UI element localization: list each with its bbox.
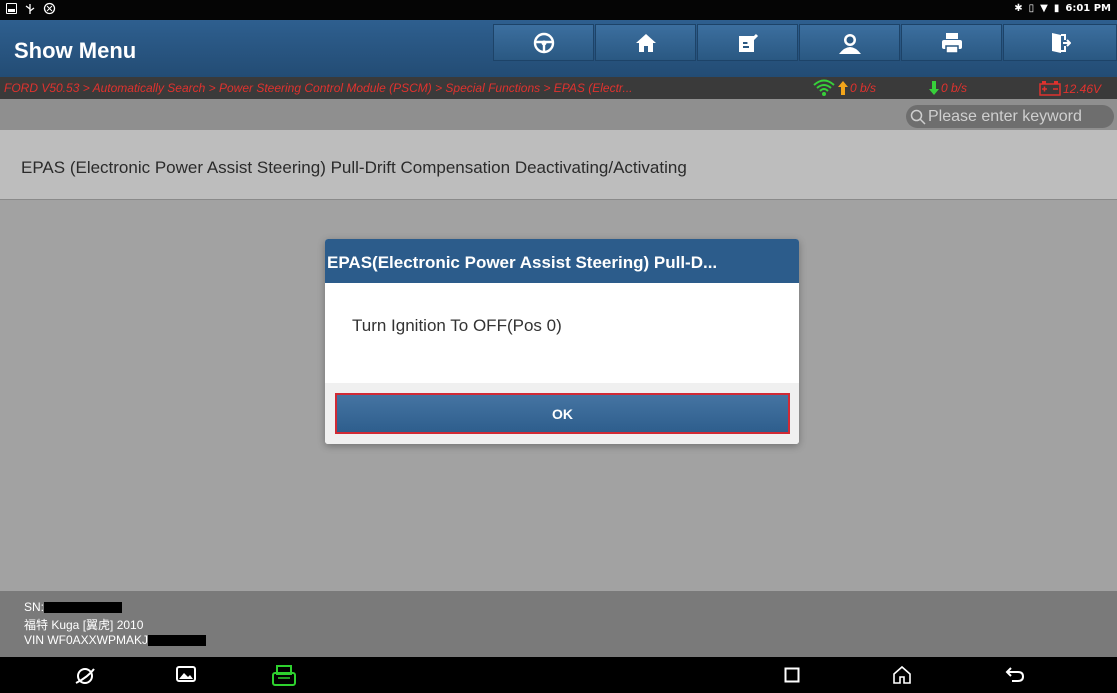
vci-button[interactable] bbox=[272, 665, 296, 687]
steering-wheel-button[interactable] bbox=[493, 24, 594, 61]
browser-button[interactable] bbox=[74, 665, 96, 687]
search-row: Please enter keyword bbox=[0, 99, 1117, 130]
home-icon bbox=[635, 33, 656, 52]
clock: 6:01 PM bbox=[1065, 3, 1111, 14]
upload-arrow-icon bbox=[838, 81, 848, 95]
serial-number: SN: bbox=[24, 600, 123, 614]
home-nav-icon bbox=[893, 665, 911, 684]
home-button[interactable] bbox=[595, 24, 696, 61]
user-button[interactable] bbox=[799, 24, 900, 61]
battery-voltage: 12.46V bbox=[1039, 81, 1101, 96]
vehicle-model: 福特 Kuga [翼虎] 2010 bbox=[24, 616, 143, 633]
dialog-footer: OK bbox=[325, 383, 799, 444]
vehicle-info: SN: 福特 Kuga [翼虎] 2010 VIN WF0AXXWPMAKJ bbox=[0, 591, 1117, 657]
vpn-icon bbox=[43, 2, 56, 15]
notification-box-icon bbox=[6, 3, 17, 14]
search-placeholder: Please enter keyword bbox=[928, 107, 1082, 125]
redacted-vin bbox=[148, 634, 207, 646]
vibrate-icon: ▯ bbox=[1028, 3, 1035, 14]
gallery-button[interactable] bbox=[176, 665, 196, 683]
page-title: Show Menu bbox=[14, 38, 137, 63]
download-rate: 0 b/s bbox=[929, 81, 967, 95]
vehicle-vin: VIN WF0AXXWPMAKJ bbox=[24, 633, 207, 647]
alert-dialog: EPAS(Electronic Power Assist Steering) P… bbox=[325, 239, 799, 444]
print-button[interactable] bbox=[901, 24, 1002, 61]
recents-button[interactable] bbox=[784, 667, 800, 683]
redacted-serial bbox=[44, 601, 123, 613]
print-icon bbox=[941, 32, 962, 54]
system-nav-bar bbox=[0, 657, 1117, 693]
search-input[interactable]: Please enter keyword bbox=[906, 105, 1114, 128]
back-icon bbox=[1005, 667, 1025, 682]
ok-button-label: OK bbox=[552, 405, 573, 422]
car-battery-icon bbox=[1039, 81, 1061, 96]
wifi-signal-icon bbox=[813, 79, 835, 96]
user-icon bbox=[838, 33, 861, 54]
exit-button[interactable] bbox=[1003, 24, 1117, 61]
exit-icon bbox=[1052, 32, 1071, 53]
back-button[interactable] bbox=[1005, 665, 1025, 683]
recents-icon bbox=[784, 667, 800, 683]
ok-button[interactable]: OK bbox=[335, 393, 790, 434]
vin-text: VIN WF0AXXWPMAKJ bbox=[24, 633, 149, 647]
home-nav-button[interactable] bbox=[892, 665, 912, 685]
edit-report-icon bbox=[738, 33, 758, 52]
upload-rate: 0 b/s bbox=[838, 81, 876, 95]
download-rate-value: 0 b/s bbox=[941, 81, 968, 95]
list-item-label: EPAS (Electronic Power Assist Steering) … bbox=[21, 158, 687, 177]
status-bar: ✱ ▯ ▼ ▮ 6:01 PM bbox=[0, 0, 1117, 20]
breadcrumb: FORD V50.53 > Automatically Search > Pow… bbox=[4, 81, 633, 95]
vci-connector-icon bbox=[272, 665, 296, 686]
app-header: Show Menu bbox=[0, 20, 1117, 77]
battery-voltage-value: 12.46V bbox=[1063, 81, 1102, 96]
serial-number-label: SN: bbox=[24, 600, 45, 614]
download-arrow-icon bbox=[929, 81, 939, 95]
browser-icon bbox=[75, 668, 95, 684]
dialog-title: EPAS(Electronic Power Assist Steering) P… bbox=[325, 239, 799, 283]
wifi-icon: ▼ bbox=[1040, 3, 1048, 14]
dialog-message: Turn Ignition To OFF(Pos 0) bbox=[352, 316, 562, 335]
search-icon bbox=[910, 109, 926, 125]
breadcrumb-bar: FORD V50.53 > Automatically Search > Pow… bbox=[0, 77, 1117, 99]
list-item[interactable]: EPAS (Electronic Power Assist Steering) … bbox=[0, 130, 1117, 200]
edit-report-button[interactable] bbox=[697, 24, 798, 61]
usb-icon bbox=[25, 3, 35, 14]
gallery-icon bbox=[176, 666, 196, 682]
battery-icon: ▮ bbox=[1053, 3, 1060, 14]
vehicle-model-text: 福特 Kuga [翼虎] 2010 bbox=[24, 618, 144, 632]
bluetooth-icon: ✱ bbox=[1014, 3, 1023, 14]
steering-wheel-icon bbox=[533, 32, 554, 53]
upload-rate-value: 0 b/s bbox=[850, 81, 877, 95]
